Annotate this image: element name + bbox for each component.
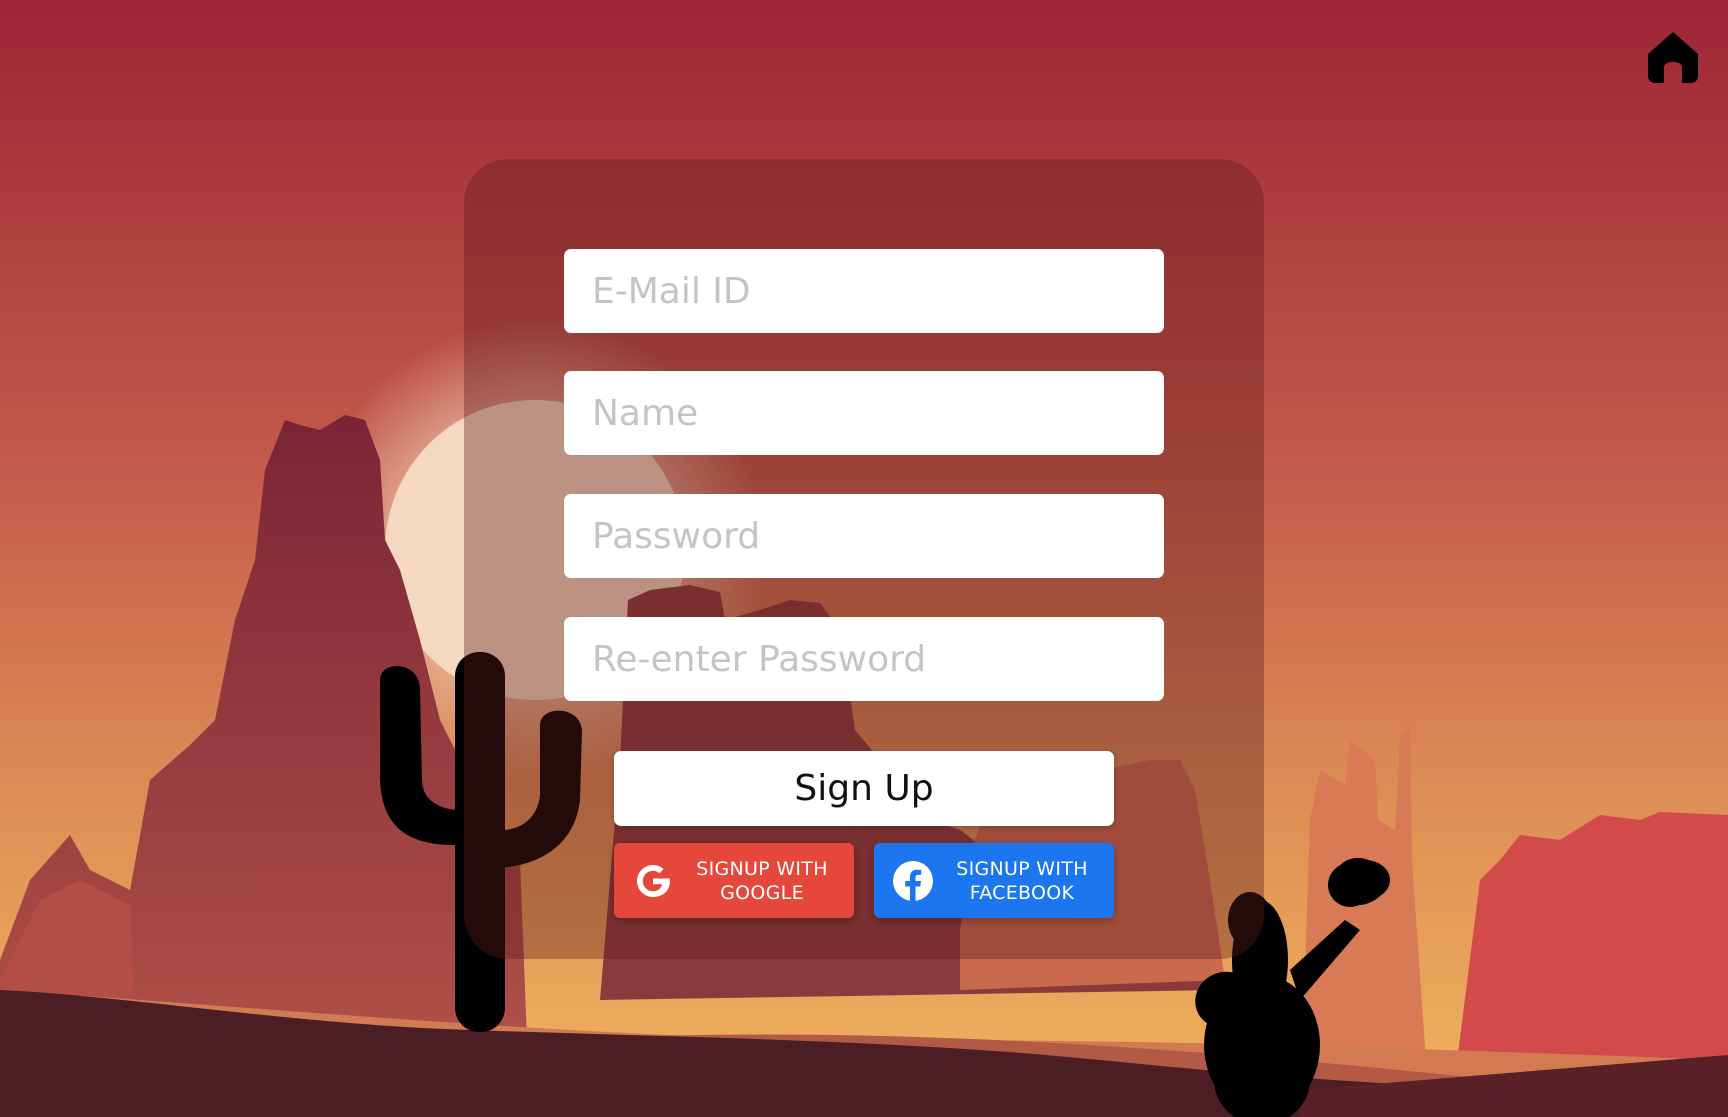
google-line1: SIGNUP WITH (696, 858, 828, 880)
google-signup-button[interactable]: SIGNUP WITH GOOGLE (614, 843, 854, 918)
facebook-line1: SIGNUP WITH (956, 858, 1088, 880)
name-field[interactable] (564, 371, 1164, 455)
home-button[interactable] (1645, 28, 1701, 84)
google-line2: GOOGLE (720, 882, 804, 904)
reenter-password-field[interactable] (564, 617, 1164, 701)
email-field[interactable] (564, 249, 1164, 333)
facebook-icon (893, 861, 933, 901)
password-field[interactable] (564, 494, 1164, 578)
google-icon (637, 865, 670, 897)
home-icon (1648, 32, 1698, 83)
facebook-signup-button[interactable]: SIGNUP WITH FACEBOOK (874, 843, 1114, 918)
signup-button[interactable]: Sign Up (614, 751, 1114, 826)
facebook-line2: FACEBOOK (969, 882, 1075, 904)
